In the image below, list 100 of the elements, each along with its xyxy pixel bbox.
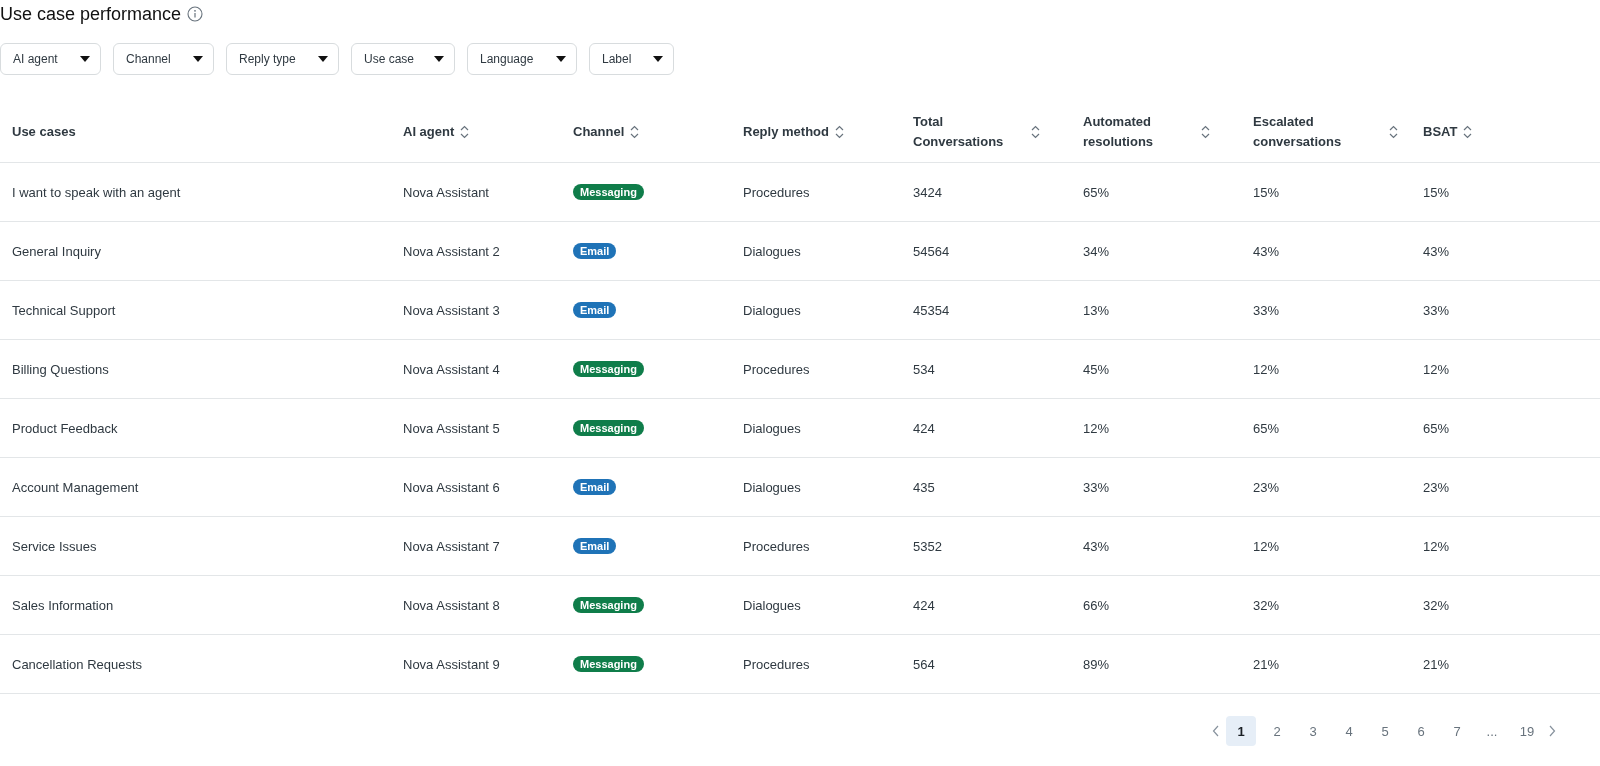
table-cell: Account Management	[12, 479, 139, 495]
channel-tag: Messaging	[573, 656, 644, 672]
column-header: AI agent	[403, 122, 455, 141]
table-cell: 15%	[1423, 184, 1450, 200]
table-cell: Dialogues	[743, 243, 801, 259]
table-cell: Nova Assistant 8	[403, 597, 500, 613]
table-cell: 12%	[1423, 538, 1450, 554]
table-cell: Nova Assistant	[403, 184, 489, 200]
column-header: Use cases	[12, 122, 76, 141]
table-cell: 43%	[1083, 538, 1110, 554]
filter-dropdown[interactable]: Use case	[351, 43, 455, 75]
table-cell: Procedures	[743, 656, 810, 672]
table-cell: Nova Assistant 4	[403, 361, 500, 377]
table-cell: Nova Assistant 7	[403, 538, 500, 554]
column-header: Total Conversations	[913, 112, 1005, 151]
table-cell: 43%	[1253, 243, 1280, 259]
page-button[interactable]: 19	[1512, 716, 1542, 746]
channel-tag: Email	[573, 538, 617, 554]
table-cell: 45%	[1083, 361, 1110, 377]
page-button[interactable]: 6	[1406, 716, 1436, 746]
table-cell: 534	[913, 361, 935, 377]
table-cell: Nova Assistant 6	[403, 479, 500, 495]
info-icon[interactable]	[187, 6, 204, 22]
table-cell: Sales Information	[12, 597, 114, 613]
table-cell: Nova Assistant 3	[403, 302, 500, 318]
column-header: Automated resolutions	[1083, 112, 1155, 151]
table-cell: Dialogues	[743, 479, 801, 495]
table-cell: General Inquiry	[12, 243, 101, 259]
table-cell: 3424	[913, 184, 942, 200]
sort-icon[interactable]	[834, 124, 844, 139]
page-button[interactable]: 1	[1226, 716, 1256, 746]
channel-tag: Email	[573, 302, 617, 318]
channel-tag: Messaging	[573, 361, 644, 377]
filter-dropdown[interactable]: Channel	[113, 43, 214, 75]
channel-tag: Messaging	[573, 420, 644, 436]
sort-icon[interactable]	[460, 124, 470, 139]
page-button[interactable]: 7	[1442, 716, 1472, 746]
table-cell: Cancellation Requests	[12, 656, 143, 672]
table-cell: 33%	[1423, 302, 1450, 318]
column-header: BSAT	[1423, 122, 1458, 141]
caret-icon	[653, 56, 663, 62]
page-button[interactable]: 2	[1262, 716, 1292, 746]
channel-tag: Email	[573, 243, 617, 259]
table-cell: 21%	[1423, 656, 1450, 672]
channel-tag: Messaging	[573, 184, 644, 200]
table-cell: Procedures	[743, 361, 810, 377]
page-button[interactable]: 5	[1370, 716, 1400, 746]
table-cell: 13%	[1083, 302, 1110, 318]
page-button[interactable]: 4	[1334, 716, 1364, 746]
page-title: Use case performance	[0, 3, 182, 25]
table-cell: 12%	[1423, 361, 1450, 377]
page-button[interactable]: 3	[1298, 716, 1328, 746]
filter-dropdown[interactable]: Language	[467, 43, 577, 75]
table-cell: 54564	[913, 243, 950, 259]
previous-page-icon[interactable]	[1212, 725, 1220, 737]
table-cell: Product Feedback	[12, 420, 118, 436]
caret-icon	[193, 56, 203, 62]
table-cell: 12%	[1083, 420, 1110, 436]
table-cell: Dialogues	[743, 420, 801, 436]
table-cell: Dialogues	[743, 302, 801, 318]
table-cell: Procedures	[743, 538, 810, 554]
caret-icon	[556, 56, 566, 62]
sort-icon[interactable]	[1389, 124, 1398, 139]
caret-icon	[318, 56, 328, 62]
table-cell: 12%	[1253, 538, 1280, 554]
column-header: Channel	[573, 122, 625, 141]
table-cell: 424	[913, 597, 935, 613]
table-cell: 23%	[1253, 479, 1280, 495]
next-page-icon[interactable]	[1548, 725, 1556, 737]
table-cell: 66%	[1083, 597, 1110, 613]
table-cell: 564	[913, 656, 935, 672]
sort-icon[interactable]	[1201, 124, 1210, 139]
table-cell: 23%	[1423, 479, 1450, 495]
table-cell: Technical Support	[12, 302, 116, 318]
filter-dropdown[interactable]: AI agent	[0, 43, 101, 75]
table-cell: Procedures	[743, 184, 810, 200]
table-cell: 45354	[913, 302, 950, 318]
channel-tag: Messaging	[573, 597, 644, 613]
sort-icon[interactable]	[1463, 124, 1473, 139]
column-header: Reply method	[743, 122, 829, 141]
caret-icon	[434, 56, 444, 62]
channel-tag: Email	[573, 479, 617, 495]
table-cell: 33%	[1253, 302, 1280, 318]
table-cell: 65%	[1253, 420, 1280, 436]
column-header: Escalated conversations	[1253, 112, 1343, 151]
table-cell: Billing Questions	[12, 361, 109, 377]
table-cell: 15%	[1253, 184, 1280, 200]
table-cell: 424	[913, 420, 935, 436]
table-cell: Service Issues	[12, 538, 97, 554]
page-ellipsis: ...	[1485, 722, 1499, 741]
caret-icon	[80, 56, 90, 62]
sort-icon[interactable]	[1031, 124, 1040, 139]
table-cell: 43%	[1423, 243, 1450, 259]
table-cell: 5352	[913, 538, 942, 554]
filter-dropdown[interactable]: Reply type	[226, 43, 339, 75]
filter-dropdown[interactable]: Label	[589, 43, 674, 75]
table-cell: Nova Assistant 9	[403, 656, 500, 672]
sort-icon[interactable]	[630, 124, 640, 139]
table-cell: 34%	[1083, 243, 1110, 259]
table-cell: 89%	[1083, 656, 1110, 672]
